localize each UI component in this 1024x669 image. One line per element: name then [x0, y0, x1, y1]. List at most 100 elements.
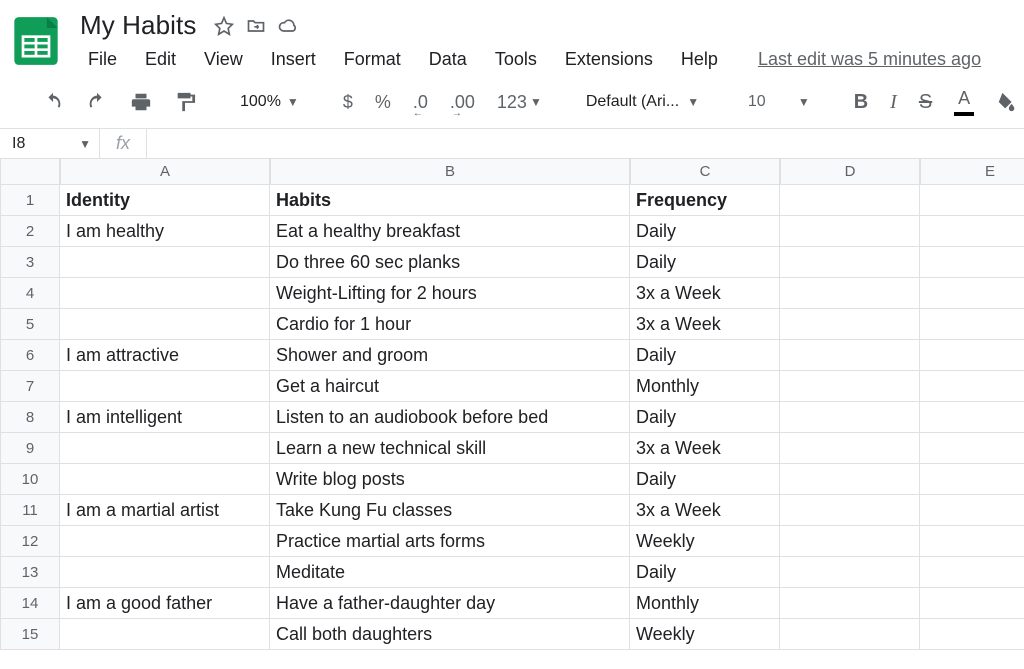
- cell[interactable]: [60, 247, 270, 278]
- row-header[interactable]: 13: [0, 557, 60, 588]
- row-header[interactable]: 14: [0, 588, 60, 619]
- column-header[interactable]: B: [270, 159, 630, 185]
- cell[interactable]: [920, 309, 1024, 340]
- paint-format-button[interactable]: [168, 87, 202, 117]
- cell[interactable]: [780, 619, 920, 650]
- bold-button[interactable]: B: [848, 87, 874, 118]
- cell[interactable]: [60, 433, 270, 464]
- star-icon[interactable]: [214, 16, 234, 36]
- cell[interactable]: [60, 464, 270, 495]
- decrease-decimal-button[interactable]: .0←: [407, 88, 434, 117]
- cell[interactable]: I am a good father: [60, 588, 270, 619]
- cell[interactable]: 3x a Week: [630, 309, 780, 340]
- spreadsheet-grid[interactable]: ABCDE1IdentityHabitsFrequency2I am healt…: [0, 159, 1024, 650]
- row-header[interactable]: 11: [0, 495, 60, 526]
- cell[interactable]: [780, 526, 920, 557]
- cell[interactable]: I am a martial artist: [60, 495, 270, 526]
- cell[interactable]: Learn a new technical skill: [270, 433, 630, 464]
- print-button[interactable]: [124, 87, 158, 117]
- row-header[interactable]: 6: [0, 340, 60, 371]
- column-header[interactable]: D: [780, 159, 920, 185]
- cell[interactable]: [920, 402, 1024, 433]
- cell[interactable]: Eat a healthy breakfast: [270, 216, 630, 247]
- menu-format[interactable]: Format: [330, 45, 415, 74]
- cell[interactable]: [780, 495, 920, 526]
- cell[interactable]: [920, 495, 1024, 526]
- undo-button[interactable]: [36, 87, 70, 117]
- cell[interactable]: Take Kung Fu classes: [270, 495, 630, 526]
- cell[interactable]: I am healthy: [60, 216, 270, 247]
- cloud-status-icon[interactable]: [278, 16, 298, 36]
- row-header[interactable]: 4: [0, 278, 60, 309]
- name-box[interactable]: I8▼: [0, 129, 100, 158]
- font-size-caret[interactable]: ▼: [792, 91, 816, 113]
- cell[interactable]: Monthly: [630, 371, 780, 402]
- cell[interactable]: [60, 557, 270, 588]
- column-header[interactable]: C: [630, 159, 780, 185]
- row-header[interactable]: 8: [0, 402, 60, 433]
- cell[interactable]: Do three 60 sec planks: [270, 247, 630, 278]
- cell[interactable]: Frequency: [630, 185, 780, 216]
- cell[interactable]: [920, 557, 1024, 588]
- menu-data[interactable]: Data: [415, 45, 481, 74]
- cell[interactable]: Cardio for 1 hour: [270, 309, 630, 340]
- menu-tools[interactable]: Tools: [481, 45, 551, 74]
- zoom-select[interactable]: 100%▼: [234, 89, 305, 115]
- cell[interactable]: Write blog posts: [270, 464, 630, 495]
- menu-file[interactable]: File: [74, 45, 131, 74]
- cell[interactable]: Call both daughters: [270, 619, 630, 650]
- cell[interactable]: [60, 371, 270, 402]
- row-header[interactable]: 7: [0, 371, 60, 402]
- cell[interactable]: [920, 340, 1024, 371]
- cell[interactable]: Monthly: [630, 588, 780, 619]
- cell[interactable]: Have a father-daughter day: [270, 588, 630, 619]
- cell[interactable]: [780, 371, 920, 402]
- cell[interactable]: Shower and groom: [270, 340, 630, 371]
- row-header[interactable]: 1: [0, 185, 60, 216]
- cell[interactable]: [780, 340, 920, 371]
- cell[interactable]: [780, 464, 920, 495]
- cell[interactable]: Weekly: [630, 619, 780, 650]
- more-formats-button[interactable]: 123▼: [491, 88, 548, 117]
- cell[interactable]: [60, 278, 270, 309]
- column-header[interactable]: E: [920, 159, 1024, 185]
- cell[interactable]: Get a haircut: [270, 371, 630, 402]
- cell[interactable]: Daily: [630, 247, 780, 278]
- menu-view[interactable]: View: [190, 45, 257, 74]
- font-select[interactable]: Default (Ari...▼: [580, 89, 710, 115]
- cell[interactable]: Weekly: [630, 526, 780, 557]
- cell[interactable]: [920, 433, 1024, 464]
- row-header[interactable]: 5: [0, 309, 60, 340]
- row-header[interactable]: 10: [0, 464, 60, 495]
- cell[interactable]: [920, 588, 1024, 619]
- cell[interactable]: I am attractive: [60, 340, 270, 371]
- cell[interactable]: Daily: [630, 340, 780, 371]
- cell[interactable]: [780, 185, 920, 216]
- row-header[interactable]: 12: [0, 526, 60, 557]
- cell[interactable]: 3x a Week: [630, 495, 780, 526]
- select-all-corner[interactable]: [0, 159, 60, 185]
- cell[interactable]: [920, 526, 1024, 557]
- cell[interactable]: [780, 309, 920, 340]
- row-header[interactable]: 15: [0, 619, 60, 650]
- cell[interactable]: Habits: [270, 185, 630, 216]
- menu-edit[interactable]: Edit: [131, 45, 190, 74]
- cell[interactable]: [920, 247, 1024, 278]
- cell[interactable]: Listen to an audiobook before bed: [270, 402, 630, 433]
- cell[interactable]: [920, 185, 1024, 216]
- column-header[interactable]: A: [60, 159, 270, 185]
- cell[interactable]: Identity: [60, 185, 270, 216]
- redo-button[interactable]: [80, 87, 114, 117]
- italic-button[interactable]: I: [884, 87, 903, 118]
- cell[interactable]: Weight-Lifting for 2 hours: [270, 278, 630, 309]
- cell[interactable]: [780, 278, 920, 309]
- cell[interactable]: Practice martial arts forms: [270, 526, 630, 557]
- font-size-select[interactable]: 10: [742, 89, 782, 115]
- menu-insert[interactable]: Insert: [257, 45, 330, 74]
- cell[interactable]: Daily: [630, 216, 780, 247]
- cell[interactable]: [60, 309, 270, 340]
- move-icon[interactable]: [246, 16, 266, 36]
- cell[interactable]: I am intelligent: [60, 402, 270, 433]
- row-header[interactable]: 9: [0, 433, 60, 464]
- cell[interactable]: [780, 402, 920, 433]
